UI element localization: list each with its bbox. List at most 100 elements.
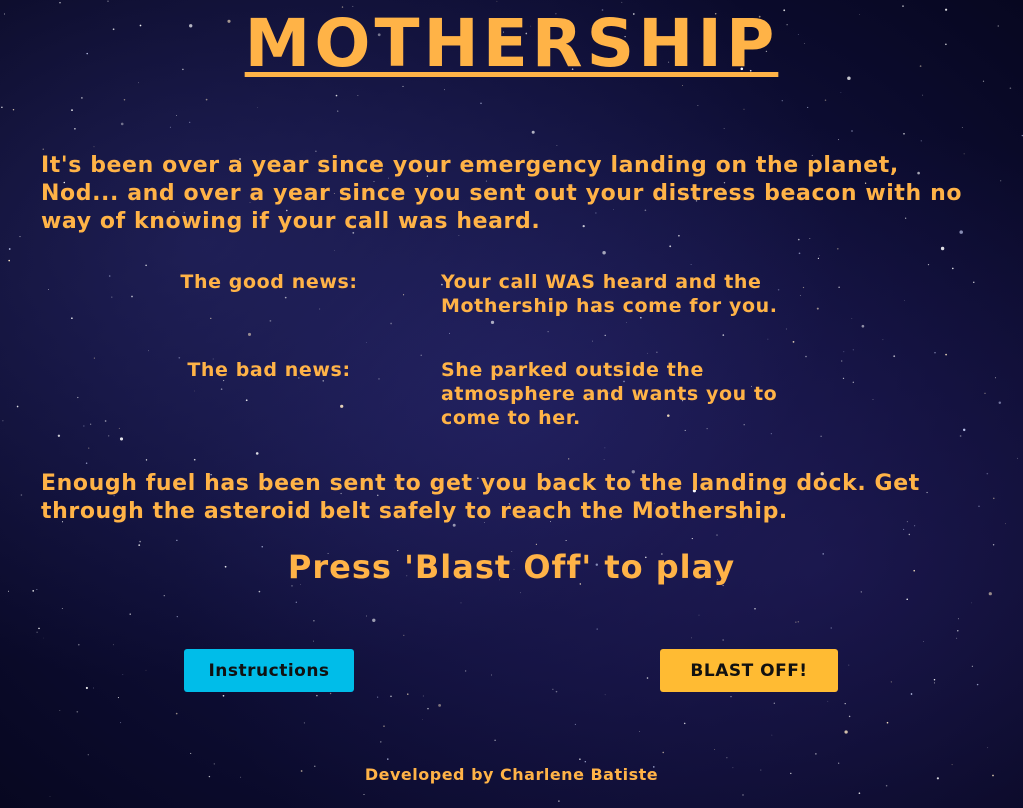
star (1009, 87, 1012, 89)
star (798, 252, 801, 255)
star (377, 696, 379, 698)
star (809, 237, 811, 240)
star (842, 377, 845, 380)
star (245, 399, 248, 402)
star (662, 751, 664, 754)
star (93, 687, 94, 689)
game-title: MOTHERSHIP (244, 5, 779, 82)
star (313, 640, 314, 642)
star (145, 459, 148, 461)
star (8, 248, 11, 250)
star (819, 255, 820, 256)
star (372, 618, 376, 622)
star (335, 94, 338, 97)
star (770, 433, 772, 435)
star (754, 608, 756, 610)
star (402, 85, 404, 87)
star (579, 758, 581, 760)
star (357, 95, 359, 96)
star (565, 539, 567, 542)
star (682, 85, 683, 86)
star (337, 110, 339, 112)
star (773, 702, 775, 704)
star (36, 588, 38, 590)
star (858, 792, 861, 794)
star (646, 677, 649, 679)
star (691, 538, 693, 540)
star (893, 355, 896, 358)
star (669, 245, 672, 248)
star (722, 639, 724, 641)
star (74, 127, 76, 130)
star (496, 0, 498, 2)
blast-off-button[interactable]: BLAST OFF! (660, 649, 838, 692)
star (19, 236, 21, 238)
star (903, 132, 905, 135)
star (1005, 523, 1006, 525)
star (785, 328, 787, 330)
star (797, 620, 800, 623)
star (104, 420, 107, 422)
star (602, 251, 606, 255)
star (220, 388, 223, 390)
star (387, 758, 389, 760)
star (592, 340, 593, 342)
bad-news-label: The bad news: (187, 359, 351, 381)
star (973, 281, 975, 283)
star (380, 741, 382, 743)
star (422, 695, 424, 697)
star (807, 106, 809, 108)
star (194, 390, 195, 392)
star (16, 405, 19, 408)
star (639, 731, 640, 733)
star (535, 543, 537, 545)
star (852, 349, 854, 351)
star (988, 592, 992, 596)
star (730, 696, 732, 698)
star (465, 670, 467, 672)
star (1000, 180, 1002, 182)
star (838, 286, 840, 288)
play-prompt: Press 'Blast Off' to play (287, 548, 736, 586)
star (848, 664, 850, 666)
star (2, 420, 4, 422)
star (716, 534, 718, 536)
star (85, 462, 88, 464)
star (844, 702, 846, 705)
star (690, 264, 692, 265)
star (840, 92, 842, 93)
star (131, 295, 133, 298)
good-news-text: Your call WAS heard and the Mothership h… (441, 271, 778, 317)
star (743, 108, 745, 110)
star (714, 749, 716, 750)
instructions-button[interactable]: Instructions (184, 649, 354, 692)
star (490, 320, 495, 325)
star (994, 377, 996, 379)
developer-credit: Developed by Charlene Batiste (364, 765, 659, 784)
star (843, 351, 845, 353)
star (427, 707, 429, 710)
star (422, 719, 423, 721)
star (815, 753, 817, 755)
star (117, 697, 119, 699)
star (934, 352, 936, 354)
star (957, 630, 959, 632)
star (71, 109, 73, 111)
star (61, 607, 63, 609)
star (420, 354, 422, 356)
star (691, 637, 692, 639)
star (961, 126, 963, 129)
star (316, 694, 318, 697)
star (340, 404, 344, 408)
star (698, 614, 700, 616)
star (824, 99, 827, 101)
star (295, 601, 297, 603)
star (163, 595, 165, 597)
star (547, 331, 549, 333)
star (8, 259, 10, 262)
star (604, 694, 606, 696)
star (49, 796, 51, 797)
star (838, 139, 840, 141)
star (726, 757, 728, 759)
star (390, 322, 392, 325)
